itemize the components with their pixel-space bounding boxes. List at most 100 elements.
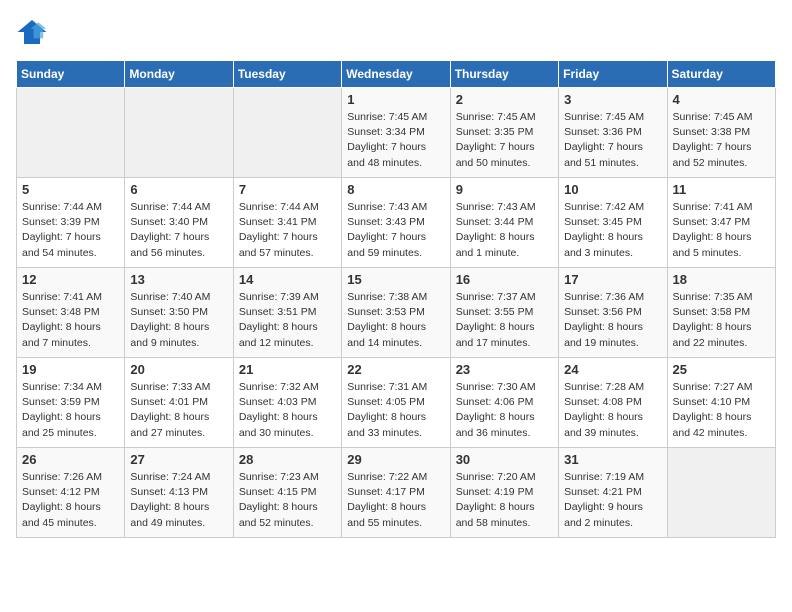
day-info: Sunrise: 7:41 AM Sunset: 3:48 PM Dayligh… xyxy=(22,290,119,351)
day-of-week-header: Saturday xyxy=(667,61,775,88)
day-info: Sunrise: 7:42 AM Sunset: 3:45 PM Dayligh… xyxy=(564,200,661,261)
day-info: Sunrise: 7:30 AM Sunset: 4:06 PM Dayligh… xyxy=(456,380,553,441)
day-number: 10 xyxy=(564,182,661,197)
calendar-cell: 18 Sunrise: 7:35 AM Sunset: 3:58 PM Dayli… xyxy=(667,268,775,358)
calendar-week-row: 19 Sunrise: 7:34 AM Sunset: 3:59 PM Dayli… xyxy=(17,358,776,448)
day-number: 25 xyxy=(673,362,770,377)
day-info: Sunrise: 7:45 AM Sunset: 3:34 PM Dayligh… xyxy=(347,110,444,171)
day-info: Sunrise: 7:44 AM Sunset: 3:40 PM Dayligh… xyxy=(130,200,227,261)
calendar-cell: 20 Sunrise: 7:33 AM Sunset: 4:01 PM Dayli… xyxy=(125,358,233,448)
day-number: 2 xyxy=(456,92,553,107)
calendar-cell: 6 Sunrise: 7:44 AM Sunset: 3:40 PM Daylig… xyxy=(125,178,233,268)
calendar-cell: 12 Sunrise: 7:41 AM Sunset: 3:48 PM Dayli… xyxy=(17,268,125,358)
day-of-week-header: Sunday xyxy=(17,61,125,88)
calendar-cell: 30Sunrise: 7:20 AM Sunset: 4:19 PM Dayli… xyxy=(450,448,558,538)
calendar-cell: 2 Sunrise: 7:45 AM Sunset: 3:35 PM Daylig… xyxy=(450,88,558,178)
calendar-cell: 23 Sunrise: 7:30 AM Sunset: 4:06 PM Dayli… xyxy=(450,358,558,448)
day-of-week-header: Tuesday xyxy=(233,61,341,88)
day-number: 31 xyxy=(564,452,661,467)
day-info: Sunrise: 7:35 AM Sunset: 3:58 PM Dayligh… xyxy=(673,290,770,351)
calendar-cell: 21Sunrise: 7:32 AM Sunset: 4:03 PM Dayli… xyxy=(233,358,341,448)
day-info: Sunrise: 7:26 AM Sunset: 4:12 PM Dayligh… xyxy=(22,470,119,531)
calendar-cell: 13Sunrise: 7:40 AM Sunset: 3:50 PM Dayli… xyxy=(125,268,233,358)
logo-icon xyxy=(16,16,48,48)
day-of-week-header: Friday xyxy=(559,61,667,88)
day-info: Sunrise: 7:33 AM Sunset: 4:01 PM Dayligh… xyxy=(130,380,227,441)
day-number: 7 xyxy=(239,182,336,197)
calendar-cell: 14Sunrise: 7:39 AM Sunset: 3:51 PM Dayli… xyxy=(233,268,341,358)
calendar-cell: 16 Sunrise: 7:37 AM Sunset: 3:55 PM Dayli… xyxy=(450,268,558,358)
calendar-cell: 10 Sunrise: 7:42 AM Sunset: 3:45 PM Dayli… xyxy=(559,178,667,268)
day-number: 11 xyxy=(673,182,770,197)
calendar-week-row: 5 Sunrise: 7:44 AM Sunset: 3:39 PM Daylig… xyxy=(17,178,776,268)
day-info: Sunrise: 7:45 AM Sunset: 3:36 PM Dayligh… xyxy=(564,110,661,171)
calendar-week-row: 1 Sunrise: 7:45 AM Sunset: 3:34 PM Daylig… xyxy=(17,88,776,178)
calendar-week-row: 12 Sunrise: 7:41 AM Sunset: 3:48 PM Dayli… xyxy=(17,268,776,358)
calendar-cell: 11 Sunrise: 7:41 AM Sunset: 3:47 PM Dayli… xyxy=(667,178,775,268)
calendar-cell: 7 Sunrise: 7:44 AM Sunset: 3:41 PM Daylig… xyxy=(233,178,341,268)
day-number: 12 xyxy=(22,272,119,287)
day-info: Sunrise: 7:45 AM Sunset: 3:38 PM Dayligh… xyxy=(673,110,770,171)
calendar-cell: 19 Sunrise: 7:34 AM Sunset: 3:59 PM Dayli… xyxy=(17,358,125,448)
day-info: Sunrise: 7:32 AM Sunset: 4:03 PM Dayligh… xyxy=(239,380,336,441)
day-number: 26 xyxy=(22,452,119,467)
day-info: Sunrise: 7:37 AM Sunset: 3:55 PM Dayligh… xyxy=(456,290,553,351)
logo xyxy=(16,16,52,48)
day-info: Sunrise: 7:44 AM Sunset: 3:39 PM Dayligh… xyxy=(22,200,119,261)
day-number: 6 xyxy=(130,182,227,197)
day-number: 28 xyxy=(239,452,336,467)
day-number: 18 xyxy=(673,272,770,287)
calendar-cell: 29 Sunrise: 7:22 AM Sunset: 4:17 PM Dayli… xyxy=(342,448,450,538)
day-info: Sunrise: 7:22 AM Sunset: 4:17 PM Dayligh… xyxy=(347,470,444,531)
calendar-cell: 1 Sunrise: 7:45 AM Sunset: 3:34 PM Daylig… xyxy=(342,88,450,178)
day-info: Sunrise: 7:45 AM Sunset: 3:35 PM Dayligh… xyxy=(456,110,553,171)
calendar-cell xyxy=(17,88,125,178)
calendar-cell xyxy=(233,88,341,178)
day-number: 23 xyxy=(456,362,553,377)
day-number: 29 xyxy=(347,452,444,467)
day-number: 13 xyxy=(130,272,227,287)
day-number: 20 xyxy=(130,362,227,377)
calendar-cell xyxy=(125,88,233,178)
page-header xyxy=(16,16,776,48)
day-info: Sunrise: 7:44 AM Sunset: 3:41 PM Dayligh… xyxy=(239,200,336,261)
calendar-cell: 15Sunrise: 7:38 AM Sunset: 3:53 PM Dayli… xyxy=(342,268,450,358)
day-number: 5 xyxy=(22,182,119,197)
day-info: Sunrise: 7:19 AM Sunset: 4:21 PM Dayligh… xyxy=(564,470,661,531)
day-of-week-header: Wednesday xyxy=(342,61,450,88)
calendar-cell: 9Sunrise: 7:43 AM Sunset: 3:44 PM Daylig… xyxy=(450,178,558,268)
calendar-cell: 4Sunrise: 7:45 AM Sunset: 3:38 PM Daylig… xyxy=(667,88,775,178)
calendar-cell: 31 Sunrise: 7:19 AM Sunset: 4:21 PM Dayli… xyxy=(559,448,667,538)
calendar-table: SundayMondayTuesdayWednesdayThursdayFrid… xyxy=(16,60,776,538)
day-info: Sunrise: 7:23 AM Sunset: 4:15 PM Dayligh… xyxy=(239,470,336,531)
calendar-cell: 26 Sunrise: 7:26 AM Sunset: 4:12 PM Dayli… xyxy=(17,448,125,538)
calendar-cell: 28 Sunrise: 7:23 AM Sunset: 4:15 PM Dayli… xyxy=(233,448,341,538)
day-number: 24 xyxy=(564,362,661,377)
day-of-week-header: Monday xyxy=(125,61,233,88)
calendar-cell: 27 Sunrise: 7:24 AM Sunset: 4:13 PM Dayli… xyxy=(125,448,233,538)
day-of-week-header: Thursday xyxy=(450,61,558,88)
day-number: 1 xyxy=(347,92,444,107)
day-number: 3 xyxy=(564,92,661,107)
calendar-cell: 25 Sunrise: 7:27 AM Sunset: 4:10 PM Dayli… xyxy=(667,358,775,448)
day-info: Sunrise: 7:27 AM Sunset: 4:10 PM Dayligh… xyxy=(673,380,770,441)
day-number: 15 xyxy=(347,272,444,287)
calendar-cell: 8Sunrise: 7:43 AM Sunset: 3:43 PM Daylig… xyxy=(342,178,450,268)
day-number: 19 xyxy=(22,362,119,377)
calendar-cell: 3 Sunrise: 7:45 AM Sunset: 3:36 PM Daylig… xyxy=(559,88,667,178)
day-number: 8 xyxy=(347,182,444,197)
day-info: Sunrise: 7:28 AM Sunset: 4:08 PM Dayligh… xyxy=(564,380,661,441)
day-number: 17 xyxy=(564,272,661,287)
day-info: Sunrise: 7:24 AM Sunset: 4:13 PM Dayligh… xyxy=(130,470,227,531)
day-info: Sunrise: 7:20 AM Sunset: 4:19 PM Dayligh… xyxy=(456,470,553,531)
calendar-cell: 5 Sunrise: 7:44 AM Sunset: 3:39 PM Daylig… xyxy=(17,178,125,268)
calendar-cell: 24 Sunrise: 7:28 AM Sunset: 4:08 PM Dayli… xyxy=(559,358,667,448)
day-number: 22 xyxy=(347,362,444,377)
day-number: 16 xyxy=(456,272,553,287)
calendar-cell: 22Sunrise: 7:31 AM Sunset: 4:05 PM Dayli… xyxy=(342,358,450,448)
day-info: Sunrise: 7:41 AM Sunset: 3:47 PM Dayligh… xyxy=(673,200,770,261)
day-info: Sunrise: 7:34 AM Sunset: 3:59 PM Dayligh… xyxy=(22,380,119,441)
day-info: Sunrise: 7:43 AM Sunset: 3:44 PM Dayligh… xyxy=(456,200,553,261)
day-number: 27 xyxy=(130,452,227,467)
day-info: Sunrise: 7:36 AM Sunset: 3:56 PM Dayligh… xyxy=(564,290,661,351)
